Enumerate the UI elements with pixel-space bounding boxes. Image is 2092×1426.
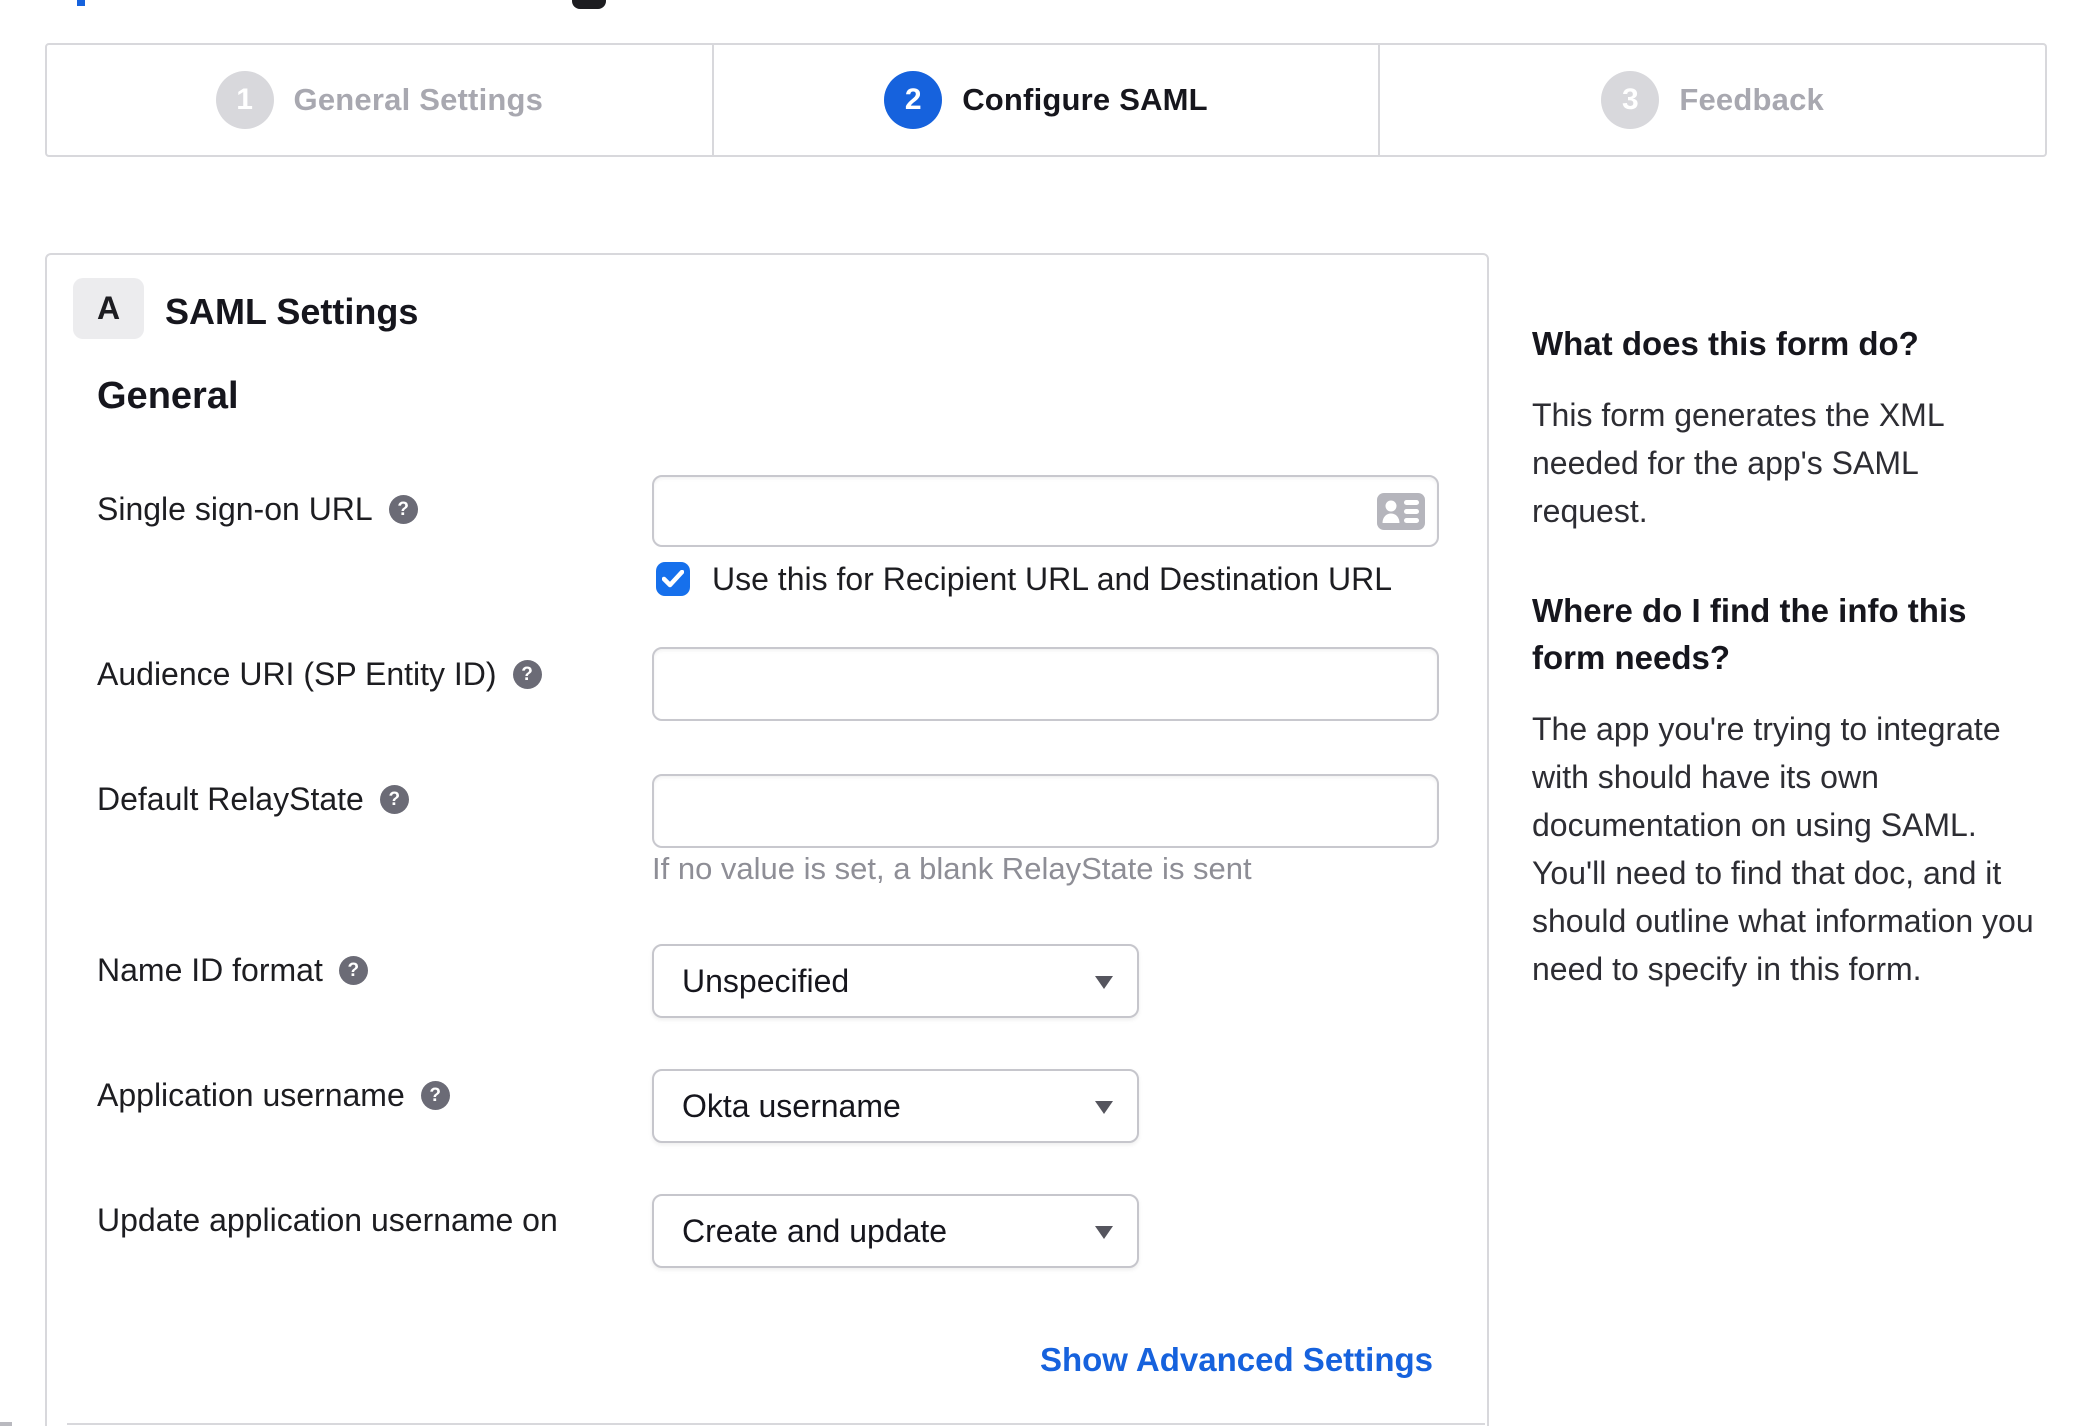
relaystate-hint: If no value is set, a blank RelayState i… — [652, 851, 1252, 886]
use-for-recipient-label: Use this for Recipient URL and Destinati… — [712, 561, 1393, 597]
step-label: General Settings — [293, 82, 544, 117]
help-icon[interactable]: ? — [388, 495, 418, 524]
sidebar-body: The app you're trying to integrate with … — [1532, 711, 2034, 987]
select-value: Create and update — [682, 1212, 948, 1249]
audience-uri-input[interactable] — [652, 647, 1439, 721]
audience-uri-label: Audience URI (SP Entity ID) ? — [97, 656, 542, 693]
help-icon[interactable]: ? — [420, 1081, 450, 1110]
name-id-format-label: Name ID format ? — [97, 952, 368, 989]
sidebar-heading: Where do I find the info this form needs… — [1532, 592, 1967, 676]
clipped-blue-element — [77, 0, 85, 6]
step-number-badge: 1 — [215, 71, 274, 129]
name-id-format-select[interactable]: Unspecified — [652, 944, 1139, 1018]
application-username-select[interactable]: Okta username — [652, 1069, 1139, 1143]
show-advanced-settings-link[interactable]: Show Advanced Settings — [1040, 1341, 1433, 1379]
sso-url-label: Single sign-on URL ? — [97, 491, 418, 528]
checkmark-icon — [662, 570, 684, 588]
chevron-down-icon — [1095, 976, 1113, 989]
step-label: Configure SAML — [962, 82, 1208, 117]
help-icon[interactable]: ? — [379, 785, 409, 814]
help-icon[interactable]: ? — [512, 660, 542, 689]
sidebar-body: This form generates the XML needed for t… — [1532, 397, 1944, 529]
default-relaystate-input[interactable] — [652, 774, 1439, 848]
sidebar-heading: What does this form do? — [1532, 325, 1919, 362]
section-divider — [67, 1423, 1485, 1425]
step-feedback[interactable]: 3 Feedback — [1378, 45, 2045, 155]
contact-card-autofill-icon[interactable] — [1377, 493, 1425, 530]
clipped-corner-mark — [0, 1422, 12, 1426]
select-value: Okta username — [682, 1087, 901, 1124]
section-a-badge: A — [73, 278, 144, 339]
wizard-stepper: 1 General Settings 2 Configure SAML 3 Fe… — [45, 43, 2047, 157]
step-number-badge: 3 — [1601, 71, 1660, 129]
step-general-settings[interactable]: 1 General Settings — [47, 45, 712, 155]
chevron-down-icon — [1095, 1226, 1113, 1239]
step-label: Feedback — [1679, 82, 1824, 117]
default-relaystate-label: Default RelayState ? — [97, 781, 409, 818]
update-username-on-label: Update application username on — [97, 1202, 558, 1238]
update-username-on-select[interactable]: Create and update — [652, 1194, 1139, 1268]
general-heading: General — [97, 375, 239, 417]
step-configure-saml[interactable]: 2 Configure SAML — [711, 45, 1379, 155]
use-for-recipient-checkbox[interactable] — [656, 562, 690, 596]
section-title: SAML Settings — [165, 291, 419, 332]
step-number-badge: 2 — [884, 71, 943, 129]
sso-url-input[interactable] — [652, 475, 1439, 547]
help-icon[interactable]: ? — [338, 956, 368, 985]
configure-saml-page: 1 General Settings 2 Configure SAML 3 Fe… — [0, 0, 2092, 1426]
help-sidebar: What does this form do? This form genera… — [1532, 320, 2048, 1053]
clipped-dark-icon — [572, 0, 606, 9]
saml-settings-panel: A SAML Settings General Single sign-on U… — [45, 253, 1489, 1426]
application-username-label: Application username ? — [97, 1077, 450, 1114]
select-value: Unspecified — [682, 962, 850, 999]
chevron-down-icon — [1095, 1101, 1113, 1114]
